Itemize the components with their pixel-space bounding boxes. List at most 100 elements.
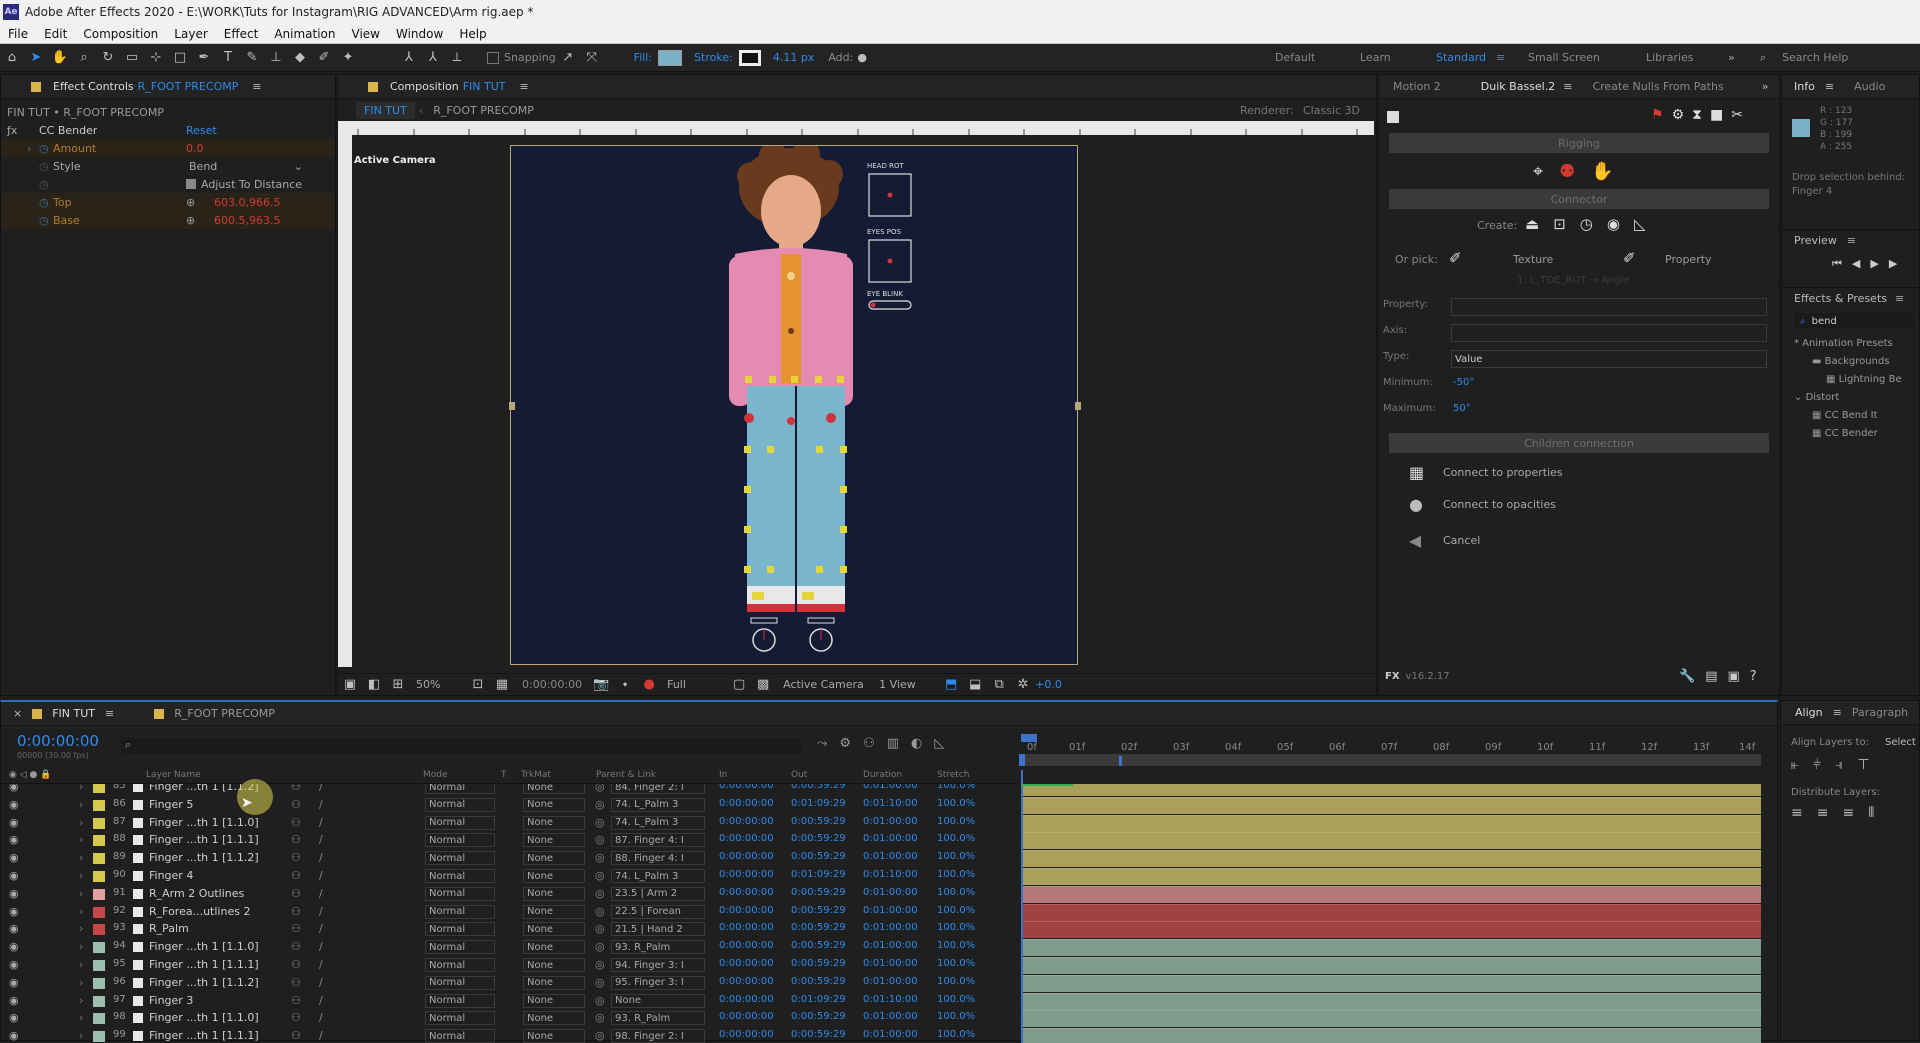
quality-switch-icon[interactable]: / (319, 940, 323, 953)
out-point[interactable]: 0:00:59:29 (791, 1029, 846, 1040)
shy-switch-icon[interactable]: ⚇ (291, 940, 301, 953)
prop-base[interactable]: ◷ Base ⊕ 600.5,963.5 (1, 211, 335, 229)
field-maximum-value[interactable]: 50° (1453, 399, 1471, 417)
shy-layers-icon[interactable]: ⚇ (863, 736, 875, 751)
first-frame-icon[interactable]: ⏮ (1832, 257, 1842, 271)
pick-whip-icon[interactable]: ◎ (595, 1011, 605, 1024)
stopwatch-icon[interactable]: ◷ (39, 139, 49, 157)
duration[interactable]: 0:01:00:00 (863, 887, 918, 898)
layer-row[interactable]: ◉ › 92 R_Forea...utlines 2 ⚇ / Normal None ◎ 22.5… (1, 903, 1021, 921)
style-dropdown[interactable]: Bend ⌄ (189, 157, 307, 175)
pick-texture-icon[interactable]: ✐ (1449, 249, 1462, 267)
in-point[interactable]: 0:00:00:00 (719, 869, 774, 880)
trkmat-dropdown[interactable]: None (523, 940, 585, 955)
pick-whip-icon[interactable]: ◎ (595, 851, 605, 864)
expand-arrow-icon[interactable]: › (79, 816, 83, 829)
duration[interactable]: 0:01:00:00 (863, 958, 918, 969)
panel-menu-icon[interactable]: ≡ (105, 707, 114, 720)
wrench-icon[interactable]: 🔧 (1679, 669, 1695, 684)
renderer-value[interactable]: Classic 3D (1303, 104, 1360, 117)
play-icon[interactable]: ▶ (1870, 257, 1878, 271)
stretch[interactable]: 100.0% (937, 798, 975, 809)
exposure-value[interactable]: +0.0 (1035, 678, 1062, 691)
timeline-tab-fin-tut[interactable]: FIN TUT (52, 707, 95, 720)
parent-dropdown[interactable]: 88. Finger 4: I (611, 851, 705, 866)
layer-row[interactable]: ◉ › 93 R_Palm ⚇ / Normal None ◎ 21.5 | Hand 2 0:00… (1, 920, 1021, 938)
in-point[interactable]: 0:00:00:00 (719, 976, 774, 987)
eye-icon[interactable]: ◉ (9, 816, 19, 829)
quality-switch-icon[interactable]: / (319, 976, 323, 989)
parent-dropdown[interactable]: 74. L_Palm 3 (611, 797, 705, 812)
snap-guides-icon[interactable]: ⤧ (583, 49, 601, 67)
eye-icon[interactable]: ◉ (9, 922, 19, 935)
resolution-dropdown[interactable]: Full (667, 678, 727, 691)
quality-switch-icon[interactable]: / (319, 922, 323, 935)
fx-icon[interactable]: ƒx (7, 121, 17, 139)
eye-icon[interactable]: ◉ (9, 784, 19, 793)
prev-frame-icon[interactable]: ◀ (1852, 257, 1860, 271)
composition-tab-target[interactable]: FIN TUT (463, 80, 506, 93)
mode-dropdown[interactable]: Normal (425, 922, 495, 937)
in-point[interactable]: 0:00:00:00 (719, 833, 774, 844)
eye-icon[interactable]: ◉ (9, 887, 19, 900)
eraser-tool-icon[interactable]: ◆ (291, 49, 309, 67)
layer-duration-bar[interactable] (1021, 921, 1761, 939)
out-point[interactable]: 0:00:59:29 (791, 833, 846, 844)
quality-switch-icon[interactable]: / (319, 1011, 323, 1024)
shy-switch-icon[interactable]: ⚇ (291, 833, 301, 846)
mode-dropdown[interactable]: Normal (425, 904, 495, 919)
composition-tab[interactable]: Composition (390, 80, 459, 93)
fill-swatch[interactable] (658, 49, 683, 66)
selection-tool-icon[interactable]: ➤ (27, 49, 45, 67)
fast-previews-icon[interactable]: ⬓ (966, 676, 984, 694)
pick-whip-icon[interactable]: ◎ (595, 869, 605, 882)
connector-icon[interactable]: ⚉ (1559, 161, 1575, 182)
workspace-standard[interactable]: Standard (1436, 51, 1486, 64)
prop-amount-value[interactable]: 0.0 (186, 139, 204, 157)
layer-duration-bar[interactable] (1021, 957, 1761, 974)
trkmat-dropdown[interactable]: None (523, 958, 585, 972)
prop-top[interactable]: ◷ Top ⊕ 603.0,966.5 (1, 193, 335, 211)
eye-icon[interactable]: ◉ (9, 976, 19, 989)
label-color[interactable] (93, 960, 105, 971)
always-preview-icon[interactable]: ▣ (341, 676, 359, 694)
layer-duration-bar[interactable] (1021, 903, 1761, 921)
layer-duration-bar[interactable] (1021, 832, 1761, 850)
tab-paragraph[interactable]: Paragraph (1852, 706, 1908, 719)
character-rig[interactable] (511, 140, 1079, 666)
workspace-small-screen[interactable]: Small Screen (1528, 51, 1600, 64)
crosshair-icon[interactable]: ⊕ (186, 211, 195, 229)
stretch[interactable]: 100.0% (937, 958, 975, 969)
label-color[interactable] (93, 888, 105, 900)
expand-arrow-icon[interactable]: › (27, 139, 31, 157)
stopwatch-icon[interactable]: ◷ (39, 193, 49, 211)
tree-cc-bender[interactable]: ▦ CC Bender (1794, 425, 1920, 443)
label-color[interactable] (93, 1013, 105, 1025)
prop-base-value[interactable]: 600.5,963.5 (214, 211, 280, 229)
duration[interactable]: 0:01:00:00 (863, 1029, 918, 1040)
canvas-handle[interactable] (509, 402, 515, 410)
comp-canvas[interactable]: HEAD ROT EYES POS EYE BLINK (509, 140, 1081, 666)
mode-dropdown[interactable]: Normal (425, 797, 495, 812)
header-stretch[interactable]: Stretch (937, 770, 969, 780)
parent-dropdown[interactable]: 74. L_Palm 3 (611, 815, 705, 830)
frame-blending-icon[interactable]: ▥ (887, 736, 899, 751)
motion-blur-icon[interactable]: ◐ (911, 736, 922, 751)
expand-arrow-icon[interactable]: › (79, 798, 83, 811)
children-connection-button[interactable]: Children connection (1389, 433, 1769, 453)
layer-row[interactable]: ◉ › 91 R_Arm 2 Outlines ⚇ / Normal None ◎ 23.5 | … (1, 885, 1021, 903)
timeline-search-input[interactable]: ⌕ (121, 738, 801, 754)
trkmat-dropdown[interactable]: None (523, 1011, 585, 1026)
effect-controls-target[interactable]: R_FOOT PRECOMP (138, 80, 239, 93)
more-workspaces-icon[interactable]: » (1728, 51, 1735, 64)
quality-switch-icon[interactable]: / (319, 798, 323, 811)
stroke-swatch[interactable] (738, 49, 761, 66)
trkmat-dropdown[interactable]: None (523, 833, 585, 848)
in-point[interactable]: 0:00:00:00 (719, 798, 774, 809)
pick-whip-icon[interactable]: ◎ (595, 833, 605, 846)
label-color[interactable] (93, 817, 105, 829)
expand-arrow-icon[interactable]: › (79, 905, 83, 918)
layer-name[interactable]: Finger ...th 1 [1.1.0] (149, 1011, 279, 1024)
in-point[interactable]: 0:00:00:00 (719, 1029, 774, 1040)
trkmat-dropdown[interactable]: None (523, 993, 585, 1008)
